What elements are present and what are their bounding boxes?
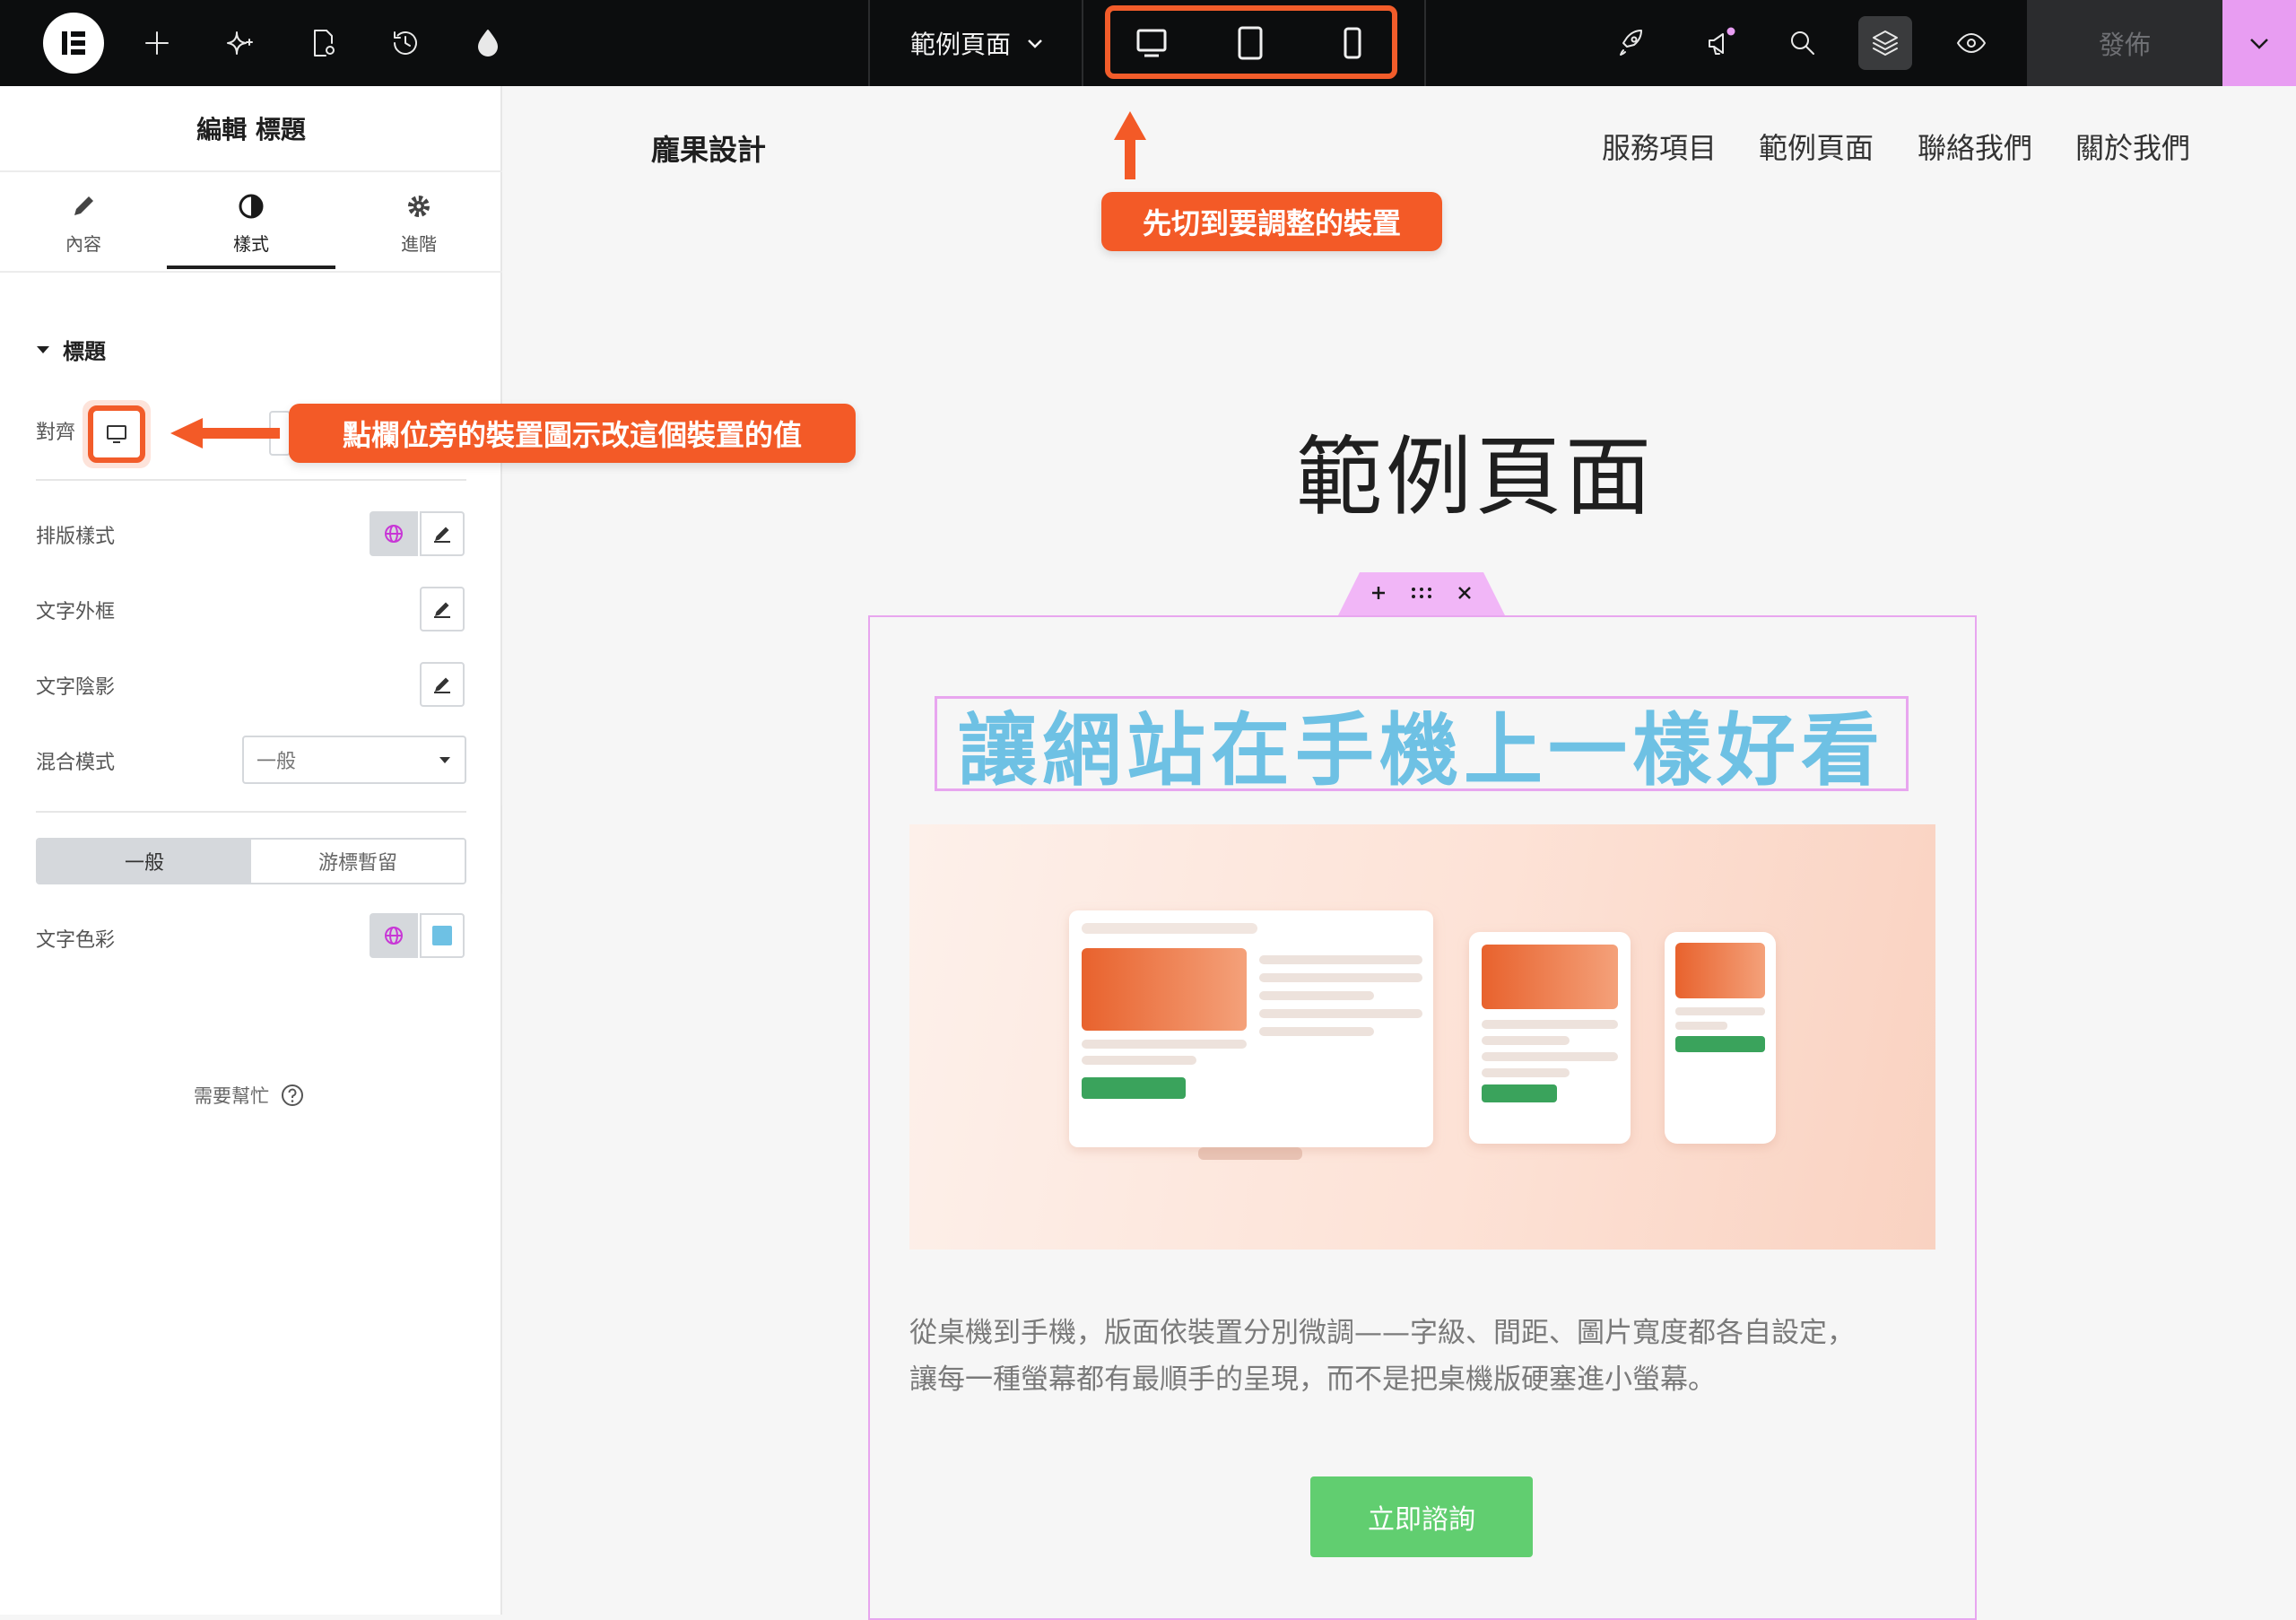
active-tab-indicator: [167, 266, 335, 269]
blend-mode-label: 混合模式: [36, 752, 116, 774]
tab-label: 內容: [65, 233, 101, 255]
globe-icon: [385, 525, 403, 543]
announcements-megaphone-icon[interactable]: [1693, 16, 1747, 70]
chevron-down-icon: [1028, 39, 1042, 48]
page-selector-label: 範例頁面: [909, 30, 1011, 59]
tab-advanced[interactable]: 進階: [335, 192, 502, 282]
pencil-icon: [434, 602, 450, 618]
global-typography-button[interactable]: [370, 511, 418, 556]
help-label: 需要幫忙: [194, 1085, 269, 1107]
global-color-button[interactable]: [370, 913, 418, 958]
pencil-icon: [434, 527, 450, 543]
blend-mode-select[interactable]: 一般: [242, 736, 466, 784]
elementor-logo-icon[interactable]: [43, 13, 104, 74]
preview-eye-icon[interactable]: [1944, 16, 1998, 70]
nav-item-contact[interactable]: 聯絡我們: [1918, 126, 2032, 167]
gear-icon: [408, 196, 430, 217]
site-settings-droplet-icon[interactable]: [461, 16, 515, 70]
pencil-icon: [434, 677, 450, 693]
edit-text-shadow-button[interactable]: [420, 662, 465, 707]
desktop-icon: [107, 425, 126, 443]
tab-label: 進階: [401, 233, 437, 255]
divider: [36, 811, 466, 813]
color-swatch: [432, 926, 452, 945]
ai-sparkle-icon[interactable]: [213, 16, 267, 70]
divider: [36, 479, 466, 481]
nav-item-services[interactable]: 服務項目: [1602, 126, 1717, 167]
page-settings-icon[interactable]: [296, 16, 350, 70]
tab-label: 樣式: [233, 233, 269, 255]
pencil-icon: [74, 196, 93, 215]
edit-text-stroke-button[interactable]: [420, 587, 465, 631]
state-hover-tab[interactable]: 游標暫留: [251, 840, 465, 883]
consult-now-button[interactable]: 立即諮詢: [1310, 1476, 1533, 1557]
page-heading: 範例頁面: [1296, 427, 1655, 527]
blend-mode-value: 一般: [257, 751, 297, 773]
separator: [1082, 0, 1083, 86]
editor-panel: 編輯 標題 內容 樣式 進階 標題 對齊 排版樣式 文字外框 文字陰影 混合模式…: [0, 86, 502, 1615]
caret-down-icon: [37, 345, 49, 353]
text-shadow-label: 文字陰影: [36, 676, 116, 699]
nav-item-about[interactable]: 關於我們: [2075, 126, 2190, 167]
globe-icon: [385, 927, 403, 945]
separator: [1424, 0, 1426, 86]
search-icon[interactable]: [1776, 16, 1830, 70]
edit-typography-button[interactable]: [420, 511, 465, 556]
text-color-picker[interactable]: [420, 913, 465, 958]
device-switch-highlight: [1105, 5, 1397, 79]
annotation-arrow-up: [1103, 108, 1157, 183]
publish-options-button[interactable]: [2222, 0, 2296, 86]
body-paragraph: 從桌機到手機，版面依裝置分別微調——字級、間距、圖片寬度都各自設定， 讓每一種螢…: [909, 1310, 1941, 1403]
preview-canvas: 龐果設計 服務項目 範例頁面 聯絡我們 關於我們 範例頁面 讓網站在手機上一樣好…: [502, 86, 2296, 1620]
rocket-icon[interactable]: [1604, 16, 1657, 70]
responsive-devices-illustration: [1069, 910, 1776, 1160]
question-icon: [282, 1084, 303, 1106]
align-label: 對齊: [36, 422, 76, 444]
annotation-arrow-left: [167, 411, 283, 456]
body-line: 讓每一種螢幕都有最順手的呈現，而不是把桌機版硬塞進小螢幕。: [909, 1363, 1716, 1396]
responsive-device-switch-button[interactable]: [88, 405, 145, 463]
annotation-field-device-icon: 點欄位旁的裝置圖示改這個裝置的值: [289, 404, 856, 463]
nav-item-examples[interactable]: 範例頁面: [1759, 126, 1874, 167]
chevron-down-icon: [2250, 39, 2268, 49]
text-stroke-label: 文字外框: [36, 601, 116, 623]
hero-illustration: [909, 824, 1935, 1250]
text-color-label: 文字色彩: [36, 929, 116, 952]
history-icon[interactable]: [378, 16, 432, 70]
body-line: 從桌機到手機，版面依裝置分別微調——字級、間距、圖片寬度都各自設定，: [909, 1317, 1855, 1349]
site-brand[interactable]: 龐果設計: [651, 127, 766, 169]
divider: [0, 271, 502, 273]
annotation-device-switch: 先切到要調整的裝置: [1101, 192, 1442, 251]
page-selector[interactable]: 範例頁面: [870, 0, 1085, 86]
section-title: 標題: [63, 339, 106, 364]
state-toggle: 一般 游標暫留: [36, 838, 466, 884]
drag-section-icon[interactable]: [1408, 579, 1435, 606]
caret-down-icon: [439, 757, 450, 763]
section-toggle-heading[interactable]: 標題: [36, 334, 106, 365]
typography-label: 排版樣式: [36, 526, 116, 548]
help-link[interactable]: 需要幫忙: [194, 1082, 305, 1109]
delete-section-icon[interactable]: [1451, 579, 1478, 606]
editor-top-bar: 範例頁面 發佈: [0, 0, 2296, 86]
panel-title: 編輯 標題: [0, 86, 502, 172]
headline-widget[interactable]: 讓網站在手機上一樣好看: [935, 696, 1909, 797]
add-section-icon[interactable]: [1365, 579, 1392, 606]
add-element-icon[interactable]: [130, 16, 184, 70]
tab-content[interactable]: 內容: [0, 192, 167, 282]
half-circle-icon: [239, 194, 264, 219]
publish-button[interactable]: 發佈: [2027, 0, 2222, 86]
structure-layers-icon[interactable]: [1858, 16, 1912, 70]
state-normal-tab[interactable]: 一般: [38, 840, 251, 883]
